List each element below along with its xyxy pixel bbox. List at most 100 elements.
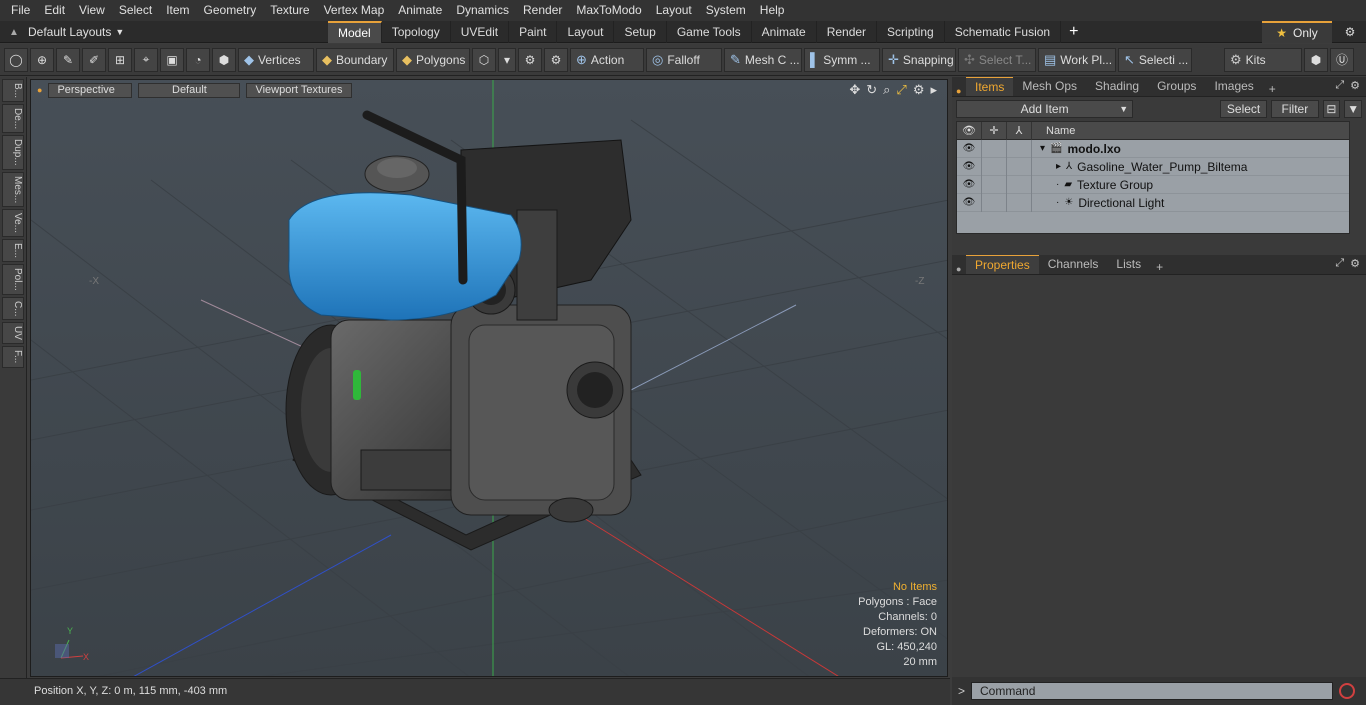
tab-schematic-fusion[interactable]: Schematic Fusion — [945, 21, 1062, 43]
pen-icon[interactable]: ✎ — [56, 47, 80, 72]
collapse-icon[interactable]: ⊟ — [1322, 100, 1341, 118]
viewport-gear-icon[interactable]: ⚙ — [913, 82, 925, 98]
select-button[interactable]: Select — [1219, 100, 1268, 118]
tab-images[interactable]: Images — [1205, 77, 1262, 96]
left-tab[interactable]: Ve... — [2, 209, 24, 238]
shading-mode-button[interactable]: Default — [138, 82, 241, 98]
tree-row[interactable]: 👁 ▾ 🎬 modo.lxo — [957, 139, 1349, 158]
tab-mesh-ops[interactable]: Mesh Ops — [1013, 77, 1086, 96]
name-column-header[interactable]: Name — [1032, 125, 1075, 137]
maximize-icon[interactable]: ⤢ — [896, 82, 906, 98]
viewport-expand-icon[interactable]: ▸ — [930, 82, 937, 98]
left-tab[interactable]: B... — [2, 79, 24, 103]
add-tab-icon[interactable]: + — [1263, 82, 1282, 96]
tab-items[interactable]: Items — [966, 77, 1014, 96]
filter-button[interactable]: Filter — [1271, 100, 1319, 118]
center-icon[interactable]: ⌖ — [134, 47, 158, 72]
falloff-button[interactable]: ◎ Falloff — [646, 47, 722, 72]
dropdown-arrow-icon[interactable]: ▾ — [498, 47, 516, 72]
lock-cell[interactable] — [982, 193, 1007, 212]
transform-icon[interactable]: ⊞ — [108, 47, 132, 72]
panel-menu-dot-icon[interactable]: ● — [952, 86, 966, 96]
record-macro-icon[interactable] — [1339, 683, 1356, 699]
vertices-button[interactable]: ◆ Vertices — [238, 47, 314, 72]
visibility-eye-icon[interactable]: 👁 — [957, 157, 982, 176]
modo-icon[interactable]: ⬢ — [1304, 47, 1328, 72]
brush-icon[interactable]: ✐ — [82, 47, 106, 72]
tab-groups[interactable]: Groups — [1148, 77, 1205, 96]
left-tab[interactable]: C... — [2, 296, 24, 321]
left-tab[interactable]: Pol... — [2, 264, 24, 295]
type-column-icon[interactable]: ⅄ — [1007, 121, 1032, 140]
selection-sets-button[interactable]: ↖ Selecti ... — [1118, 47, 1192, 72]
menu-item-item[interactable]: Item — [159, 0, 196, 21]
pan-icon[interactable]: ✥ — [849, 82, 860, 98]
symmetry-button[interactable]: ▌ Symm ... — [804, 47, 880, 72]
polygons-button[interactable]: ◆ Polygons — [396, 47, 470, 72]
panel-maximize-icon[interactable]: ⤢ — [1335, 79, 1344, 92]
tab-lists[interactable]: Lists — [1107, 255, 1150, 274]
orbit-icon[interactable]: ↻ — [866, 82, 877, 98]
rotate-icon[interactable]: ◔ — [186, 47, 210, 72]
panel-menu-dot-icon[interactable]: ● — [952, 264, 966, 274]
zoom-icon[interactable]: ⌕ — [883, 82, 890, 98]
menu-item-select[interactable]: Select — [112, 0, 159, 21]
menu-item-render[interactable]: Render — [516, 0, 569, 21]
left-tab[interactable]: UV — [2, 322, 24, 345]
visibility-eye-icon[interactable]: 👁 — [957, 193, 982, 212]
left-tab[interactable]: E... — [2, 239, 24, 263]
add-item-button[interactable]: Add Item ▼ — [956, 100, 1134, 118]
snapping-button[interactable]: ✛ Snapping — [882, 47, 956, 72]
layout-menu-icon[interactable]: ▲ — [0, 27, 28, 38]
tab-animate[interactable]: Animate — [752, 21, 817, 43]
symmetry-toggle-icon[interactable]: ⚙ — [518, 47, 542, 72]
tab-properties[interactable]: Properties — [966, 255, 1039, 274]
tab-uvedit[interactable]: UVEdit — [451, 21, 510, 43]
tab-render[interactable]: Render — [817, 21, 878, 43]
visibility-column-icon[interactable]: 👁 — [957, 121, 982, 140]
tab-model[interactable]: Model — [328, 21, 382, 43]
tab-topology[interactable]: Topology — [382, 21, 451, 43]
tab-setup[interactable]: Setup — [614, 21, 667, 43]
snap-toggle-icon[interactable]: ⚙ — [544, 47, 568, 72]
tab-shading[interactable]: Shading — [1086, 77, 1148, 96]
menu-item-animate[interactable]: Animate — [391, 0, 449, 21]
left-tab[interactable]: F... — [2, 346, 24, 368]
left-tab[interactable]: Mes... — [2, 171, 24, 208]
menu-item-system[interactable]: System — [699, 0, 753, 21]
tree-row[interactable]: 👁 · ▰ Texture Group — [957, 175, 1349, 194]
lock-cell[interactable] — [982, 175, 1007, 194]
tab-paint[interactable]: Paint — [509, 21, 558, 43]
menu-item-file[interactable]: File — [4, 0, 37, 21]
unreal-icon[interactable]: Ⓤ — [1330, 47, 1354, 72]
box-icon[interactable]: ▣ — [160, 47, 184, 72]
visibility-eye-icon[interactable]: 👁 — [957, 139, 982, 158]
lock-column-icon[interactable]: ✛ — [982, 121, 1007, 140]
viewport-textures-button[interactable]: Viewport Textures — [246, 82, 353, 98]
menu-item-texture[interactable]: Texture — [263, 0, 316, 21]
tree-branch-icon[interactable]: · — [1056, 197, 1059, 208]
lock-cell[interactable] — [982, 157, 1007, 176]
left-tab[interactable]: Dup... — [2, 135, 24, 170]
add-tab-icon[interactable]: + — [1150, 260, 1169, 274]
select-through-button[interactable]: ✣ Select T... — [958, 47, 1036, 72]
collapse-arrow-icon[interactable]: ▸ — [1056, 161, 1061, 172]
tree-row[interactable]: 👁 · ☀ Directional Light — [957, 193, 1349, 212]
menu-item-view[interactable]: View — [72, 0, 112, 21]
select-mode-icon[interactable]: ◯ — [4, 47, 28, 72]
panel-gear-icon[interactable]: ⚙ — [1350, 79, 1360, 92]
panel-gear-icon[interactable]: ⚙ — [1350, 257, 1360, 270]
visibility-eye-icon[interactable]: 👁 — [957, 175, 982, 194]
lock-cell[interactable] — [982, 139, 1007, 158]
command-input[interactable]: Command — [971, 682, 1334, 700]
menu-item-maxtomodo[interactable]: MaxToModo — [569, 0, 648, 21]
globe-icon[interactable]: ⊕ — [30, 47, 54, 72]
tab-layout[interactable]: Layout — [557, 21, 615, 43]
tab-scripting[interactable]: Scripting — [877, 21, 945, 43]
action-center-button[interactable]: ⊕ Action — [570, 47, 644, 72]
tree-branch-icon[interactable]: · — [1056, 179, 1059, 190]
3d-viewport[interactable]: ● Perspective Default Viewport Textures … — [30, 79, 948, 677]
menu-item-geometry[interactable]: Geometry — [197, 0, 264, 21]
menu-item-dynamics[interactable]: Dynamics — [449, 0, 516, 21]
add-tab-icon[interactable]: + — [1061, 21, 1086, 43]
